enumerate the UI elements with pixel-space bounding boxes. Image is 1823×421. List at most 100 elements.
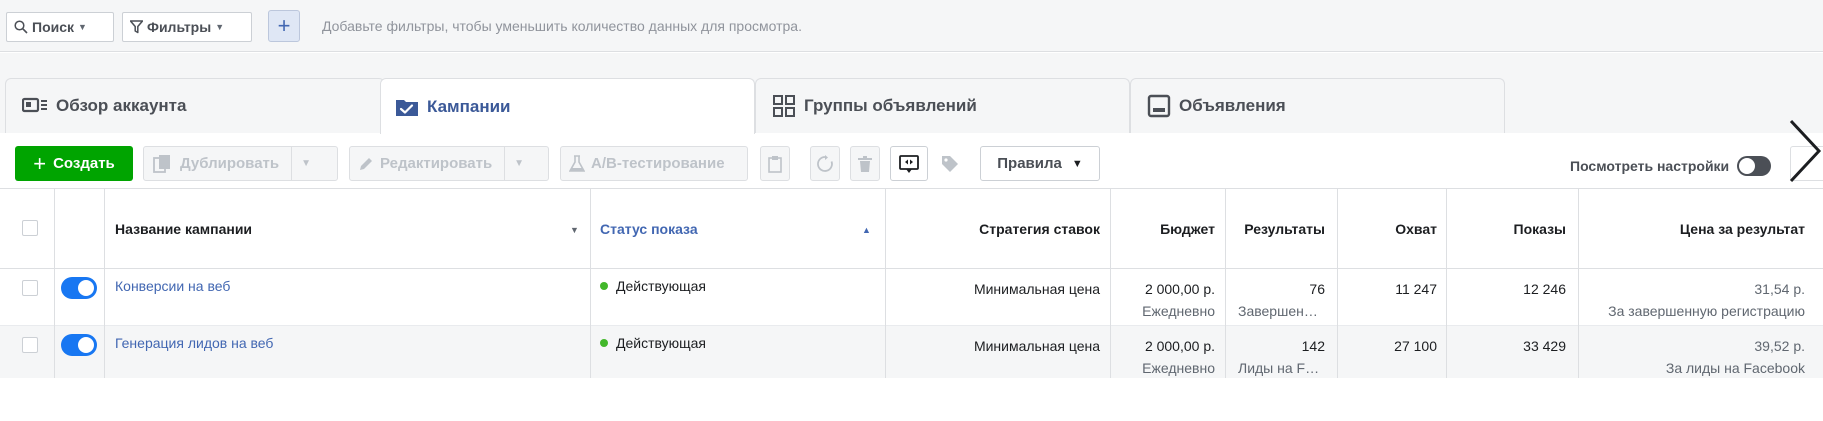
impressions-cell: 33 429: [1523, 338, 1566, 354]
cost-per-result-type-cell: За лиды на Facebook: [1665, 360, 1805, 376]
results-cell: 142: [1301, 338, 1325, 354]
column-header-impressions[interactable]: Показы: [1450, 221, 1567, 237]
tab-campaigns[interactable]: Кампании: [380, 78, 755, 134]
column-header-bid-strategy[interactable]: Стратегия ставок: [885, 221, 1100, 237]
impressions-cell: 12 246: [1523, 281, 1566, 297]
view-settings[interactable]: Посмотреть настройки: [1570, 156, 1772, 176]
status-cell: Действующая: [600, 278, 706, 294]
tab-account-overview[interactable]: Обзор аккаунта: [5, 78, 385, 133]
trash-icon: [858, 155, 872, 172]
column-header-name[interactable]: Название кампании: [115, 221, 252, 237]
toolbar: + Создать Дублировать ▼ Редактировать ▼ …: [0, 133, 1823, 188]
create-label: Создать: [53, 155, 115, 172]
pencil-icon: [360, 157, 372, 170]
page-bottom: [0, 378, 1823, 421]
row-checkbox[interactable]: [22, 280, 38, 296]
tabs-bar: Обзор аккаунта Кампании Группы объявлени…: [0, 53, 1823, 134]
budget-type-cell: Ежедневно: [1142, 303, 1215, 319]
status-text: Действующая: [616, 278, 707, 294]
ab-test-button[interactable]: A/B-тестирование: [560, 146, 748, 181]
select-all-checkbox[interactable]: [22, 220, 38, 236]
preview-icon: [899, 154, 919, 173]
funnel-icon: [130, 20, 143, 34]
tab-label: Обзор аккаунта: [56, 96, 187, 115]
filter-hint: Добавьте фильтры, чтобы уменьшить количе…: [322, 18, 802, 34]
search-dropdown[interactable]: Поиск ▼: [6, 12, 114, 42]
chevron-down-icon[interactable]: ▼: [504, 147, 524, 180]
column-divider: [1110, 189, 1111, 383]
column-divider: [54, 189, 55, 383]
duplicate-label: Дублировать: [180, 155, 280, 172]
status-dot-icon: [600, 339, 608, 347]
cost-per-result-type-cell: За завершенную регистрацию: [1608, 303, 1805, 319]
tab-label: Кампании: [427, 96, 511, 116]
campaign-name-link[interactable]: Конверсии на веб: [115, 278, 230, 294]
budget-type-cell: Ежедневно: [1142, 360, 1215, 376]
edit-label: Редактировать: [380, 155, 493, 172]
campaign-name-link[interactable]: Генерация лидов на веб: [115, 335, 273, 351]
refresh-button[interactable]: [810, 146, 840, 181]
row-checkbox[interactable]: [22, 337, 38, 353]
chevron-down-icon: ▼: [78, 22, 87, 32]
account-overview-icon: [22, 97, 47, 113]
sort-icon[interactable]: ▼: [570, 225, 579, 235]
campaign-toggle[interactable]: [61, 334, 97, 356]
campaign-toggle[interactable]: [61, 277, 97, 299]
sort-ascending-icon[interactable]: ▲: [862, 225, 871, 235]
status-cell: Действующая: [600, 335, 706, 351]
chevron-down-icon[interactable]: ▼: [291, 147, 311, 180]
column-divider: [104, 189, 105, 383]
duplicate-button[interactable]: Дублировать ▼: [143, 146, 338, 181]
add-filter-button[interactable]: +: [268, 10, 300, 42]
results-cell: 76: [1309, 281, 1325, 297]
rules-dropdown[interactable]: Правила ▼: [980, 146, 1100, 181]
rules-label: Правила: [997, 155, 1062, 172]
reach-cell: 27 100: [1394, 338, 1437, 354]
tab-label: Группы объявлений: [804, 96, 977, 115]
table-row[interactable]: Конверсии на веб Действующая Минимальная…: [0, 269, 1823, 326]
view-settings-label: Посмотреть настройки: [1570, 158, 1730, 174]
clipboard-button[interactable]: [760, 146, 790, 181]
table-row[interactable]: Генерация лидов на веб Действующая Миним…: [0, 326, 1823, 383]
edit-button[interactable]: Редактировать ▼: [349, 146, 549, 181]
folder-icon: [396, 99, 418, 116]
refresh-icon: [817, 154, 833, 172]
chevron-right-icon[interactable]: [1785, 118, 1823, 184]
search-icon: [14, 20, 28, 34]
column-header-reach[interactable]: Охват: [1340, 221, 1437, 237]
cost-per-result-cell: 31,54 р.: [1754, 281, 1805, 297]
column-divider: [590, 189, 591, 383]
bid-strategy-cell: Минимальная цена: [973, 281, 1100, 297]
bid-strategy-cell: Минимальная цена: [973, 338, 1100, 354]
chevron-down-icon: ▼: [1071, 157, 1083, 170]
reach-cell: 11 247: [1395, 281, 1437, 297]
create-button[interactable]: + Создать: [15, 146, 133, 181]
delete-button[interactable]: [850, 146, 880, 181]
column-header-budget[interactable]: Бюджет: [1115, 221, 1215, 237]
column-divider: [1337, 189, 1338, 383]
view-settings-toggle[interactable]: [1737, 156, 1772, 176]
tag-icon: [942, 155, 958, 172]
status-dot-icon: [600, 282, 608, 290]
tab-ad-sets[interactable]: Группы объявлений: [755, 78, 1130, 133]
budget-cell: 2 000,00 р.: [1144, 338, 1215, 354]
tab-ads[interactable]: Объявления: [1130, 78, 1505, 133]
search-label: Поиск: [32, 19, 75, 35]
column-divider: [1225, 189, 1226, 383]
column-divider: [1578, 189, 1579, 383]
filter-bar: Поиск ▼ Фильтры ▼ + Добавьте фильтры, чт…: [0, 0, 1823, 52]
column-header-results[interactable]: Результаты: [1225, 221, 1325, 237]
budget-cell: 2 000,00 р.: [1144, 281, 1215, 297]
results-type-cell: Завершен…: [1238, 303, 1318, 319]
grid-icon: [773, 95, 795, 117]
tag-button[interactable]: [935, 146, 965, 181]
filters-dropdown[interactable]: Фильтры ▼: [122, 12, 252, 42]
preview-button[interactable]: [890, 146, 928, 181]
clipboard-icon: [768, 155, 782, 173]
results-type-cell: Лиды на F…: [1238, 360, 1320, 376]
column-header-cost-per-result[interactable]: Цена за результат: [1580, 221, 1805, 237]
chevron-down-icon: ▼: [215, 22, 225, 32]
column-header-status[interactable]: Статус показа: [600, 221, 698, 237]
table-header-row: Название кампании ▼ Статус показа ▲ Стра…: [0, 189, 1823, 269]
copy-icon: [153, 154, 170, 173]
